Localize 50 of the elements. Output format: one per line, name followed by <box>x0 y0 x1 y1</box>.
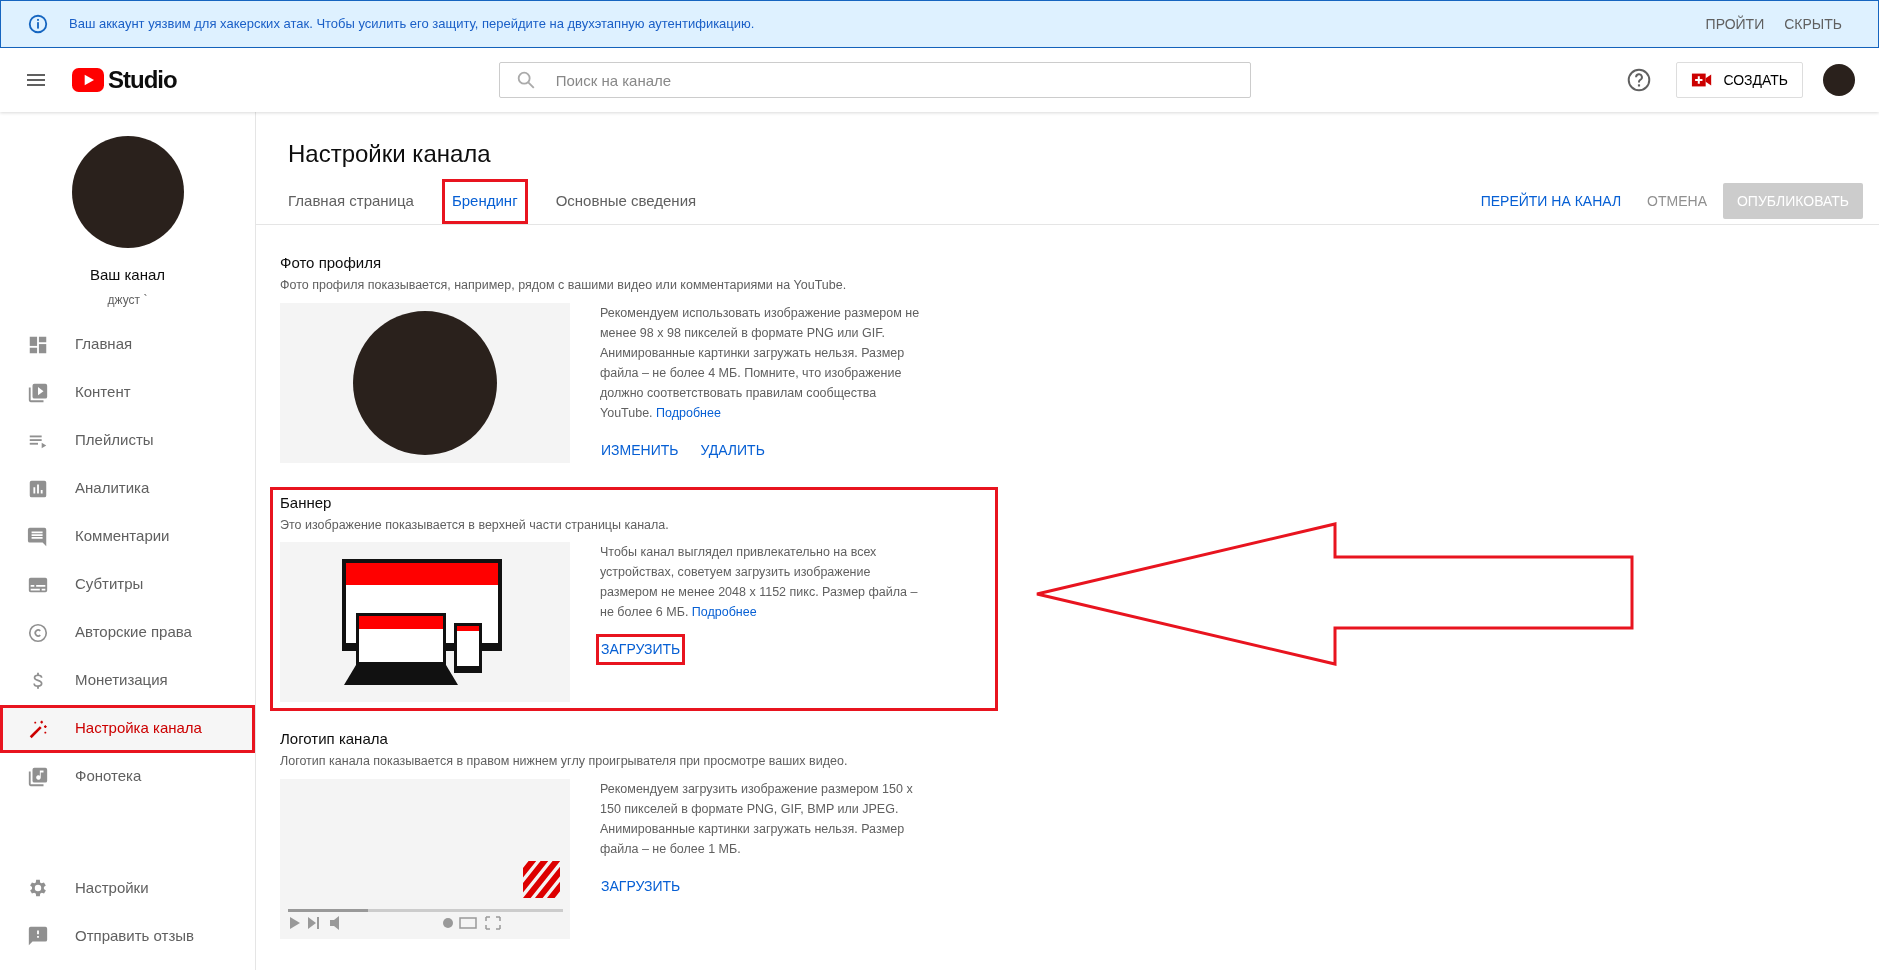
action-link-button[interactable]: ЗАГРУЗИТЬ <box>596 871 686 903</box>
section-description: Логотип канала показывается в правом нижнем углу проигрывателя при просмотре ваших видео. <box>280 753 849 771</box>
cancel-button[interactable]: ОТМЕНА <box>1637 184 1717 218</box>
gear-icon <box>27 877 49 899</box>
sidebar-item[interactable]: Отправить отзыв <box>0 912 255 960</box>
sidebar-item[interactable]: Аналитика <box>0 464 255 513</box>
learn-more-link[interactable]: Подробнее <box>691 605 757 620</box>
sidebar-item[interactable]: Плейлисты <box>0 416 255 465</box>
sidebar-item[interactable]: Настройка канала <box>0 704 255 753</box>
alert-action-button[interactable]: СКРЫТЬ <box>1774 9 1852 39</box>
page-title: Настройки канала <box>287 139 492 169</box>
sidebar-item[interactable]: Монетизация <box>0 656 255 705</box>
music-note-icon <box>27 765 49 788</box>
sidebar-item[interactable]: Комментарии <box>0 512 255 561</box>
section-info-text: Рекомендуем загрузить изображение размером 150 x 150 пикселей в формате PNG, GIF, BMP или JPEG. Анимированные картинки загружать нельзя. Размер файла – не более 1 МБ. <box>600 781 914 859</box>
channel-name: Ваш канал <box>88 265 167 285</box>
create-button[interactable]: СОЗДАТЬ <box>1676 62 1803 98</box>
sidebar-item[interactable]: Фонотека <box>0 752 255 801</box>
view-channel-link[interactable]: ПЕРЕЙТИ НА КАНАЛ <box>1470 184 1632 218</box>
copyright-icon <box>27 621 49 644</box>
logo-text: Studio <box>108 65 177 95</box>
action-link-button[interactable]: УДАЛИТЬ <box>695 434 770 466</box>
sidebar-item[interactable]: Контент <box>0 368 255 417</box>
alert-message: Ваш аккаунт уязвим для хакерских атак. Чтобы усилить его защиту, перейдите на двухэтапную аутентификацию. <box>69 15 756 34</box>
section-title: Баннер <box>280 493 333 512</box>
info-icon <box>27 13 49 35</box>
section-info-text: Чтобы канал выглядел привлекательно на всех устройствах, советуем загрузить изображение размером не менее 2048 x 1152 пикс. Размер файла – не более 6 МБ. Подробнее <box>600 544 919 622</box>
alert-action-button[interactable]: ПРОЙТИ <box>1695 9 1775 39</box>
help-icon[interactable] <box>1626 67 1653 93</box>
section-title: Фото профиля <box>280 253 383 272</box>
section-info-text: Рекомендуем использовать изображение размером не менее 98 x 98 пикселей в формате PNG или GIF. Анимированные картинки загружать нельзя. Размер файла – не более 4 МБ. Помните, что изображение должно соответствовать правилам сообщества YouTube. Подробнее <box>600 304 921 422</box>
video-library-icon <box>27 381 49 404</box>
tab[interactable]: Основные сведения <box>545 178 707 224</box>
comment-icon <box>27 525 49 548</box>
tab[interactable]: Брендинг <box>441 178 528 224</box>
sidebar-item[interactable]: Настройки <box>0 864 255 912</box>
sidebar-item[interactable]: Субтитры <box>0 560 255 609</box>
section-description: Фото профиля показывается, например, рядом с вашими видео или комментариями на YouTube. <box>280 276 848 294</box>
action-link-button[interactable]: ИЗМЕНИТЬ <box>596 434 684 466</box>
section-title: Логотип канала <box>280 730 389 749</box>
avatar-circle[interactable] <box>1823 64 1855 96</box>
learn-more-link[interactable]: Подробнее <box>656 405 721 420</box>
sidebar-item[interactable]: Авторские права <box>0 608 255 657</box>
search-field[interactable]: Поиск на канале <box>498 62 1251 98</box>
feedback-icon <box>27 925 49 947</box>
section-description: Это изображение показывается в верхней части страницы канала. <box>280 516 670 534</box>
sidebar-item[interactable]: Главная <box>0 320 255 369</box>
action-link-button[interactable]: ЗАГРУЗИТЬ <box>596 634 686 666</box>
channel-handle: джуст ` <box>106 291 149 309</box>
tab[interactable]: Главная страница <box>278 178 424 224</box>
